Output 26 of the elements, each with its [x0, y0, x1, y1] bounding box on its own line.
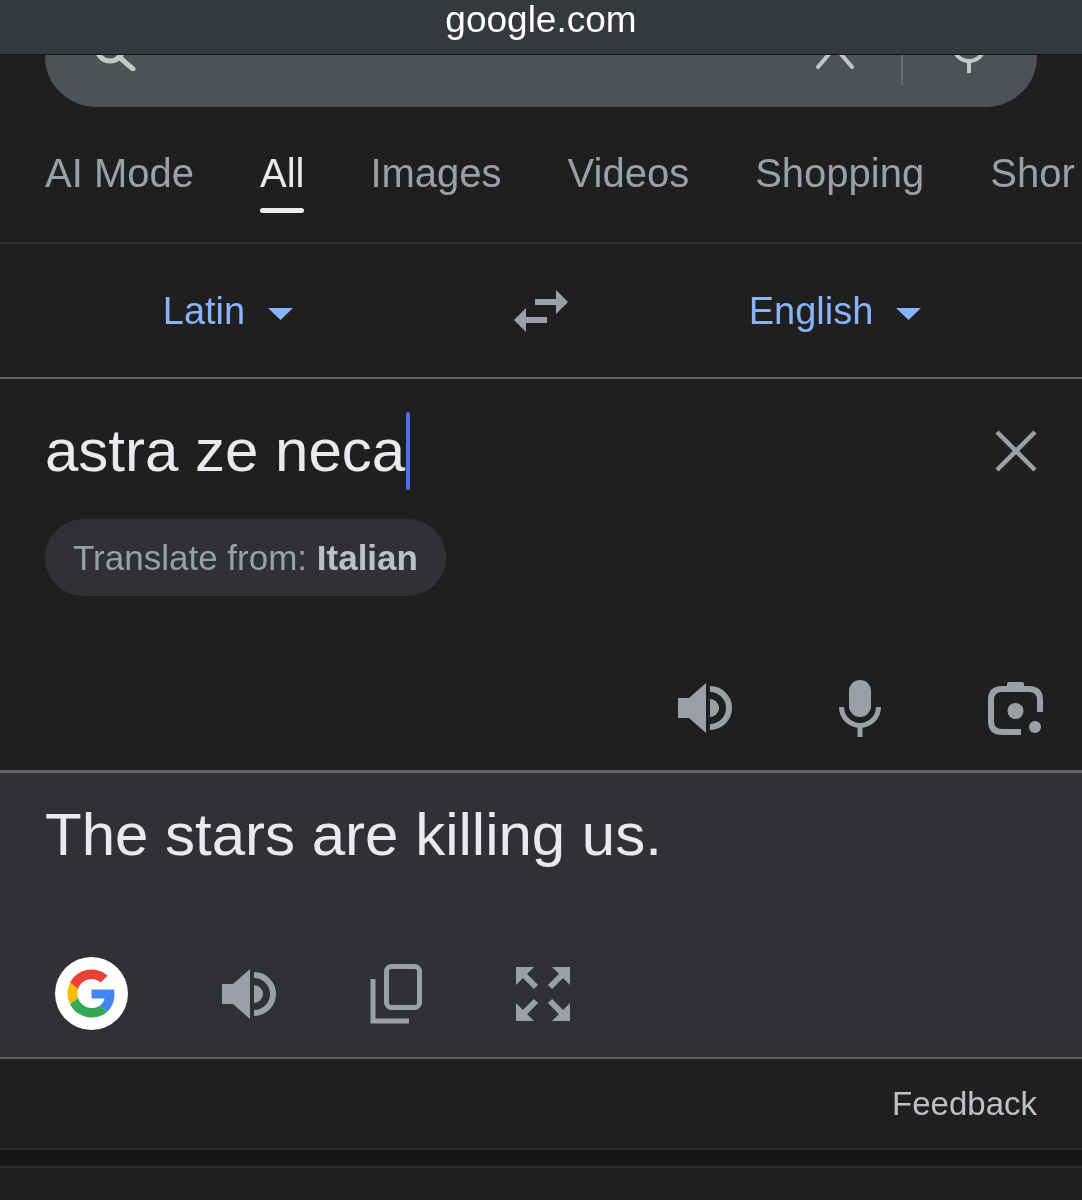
caret-down-icon	[896, 307, 922, 320]
url-text[interactable]: google.com	[445, 0, 637, 40]
source-text-input[interactable]: astra ze neca	[45, 416, 406, 486]
search-tab[interactable]: All	[259, 150, 305, 213]
clear-icon[interactable]	[815, 55, 855, 69]
microphone-icon[interactable]	[953, 55, 985, 73]
microphone-icon[interactable]	[838, 679, 882, 737]
close-icon[interactable]	[995, 430, 1037, 472]
search-tab[interactable]: AI Mode	[45, 150, 194, 213]
copy-icon[interactable]	[370, 963, 422, 1024]
translation-text: The stars are killing us.	[45, 800, 662, 870]
search-tab[interactable]: Shor	[990, 150, 1075, 213]
search-tab[interactable]: Shopping	[755, 150, 925, 213]
target-language-button[interactable]: English	[748, 288, 922, 333]
camera-lens-icon[interactable]	[988, 681, 1043, 735]
search-tab[interactable]: Images	[370, 150, 502, 213]
multicolor-g-icon[interactable]	[55, 957, 128, 1030]
expand-arrows-icon[interactable]	[516, 966, 570, 1021]
speaker-icon[interactable]	[678, 680, 732, 736]
search-icon[interactable]	[95, 55, 137, 71]
swap-arrows-icon[interactable]	[514, 289, 568, 332]
search-tab[interactable]: Videos	[567, 150, 690, 213]
source-language-button[interactable]: Latin	[162, 288, 294, 333]
caret-down-icon	[268, 307, 294, 320]
detected-language-chip[interactable]: Translate from: Italian	[45, 519, 446, 596]
feedback-link[interactable]: Feedback	[892, 1084, 1037, 1123]
